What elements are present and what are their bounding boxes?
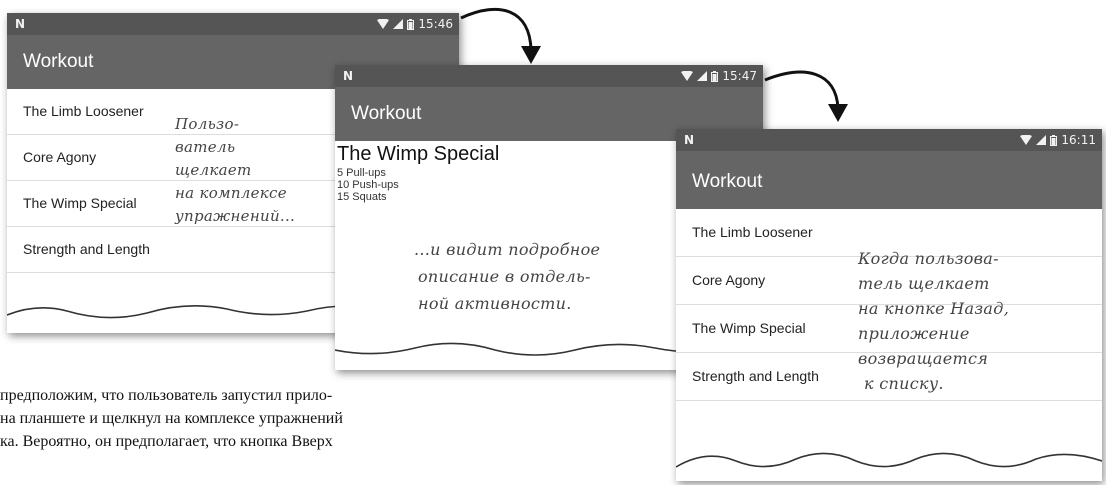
workout-name: The Wimp Special [337,143,500,165]
body-text: предположим, что пользователь запустил п… [0,387,343,450]
wifi-icon [1020,135,1033,145]
illustration: N 15:46 Workout The Limb Loosener Core A… [0,0,1106,485]
status-bar: N 15:47 [335,65,763,87]
toolbar-title: Workout [692,171,763,192]
exercise-line: 15 Squats [337,191,387,203]
status-bar: N 16:11 [676,129,1102,151]
battery-icon [407,18,415,30]
wifi-icon [681,71,694,81]
exercise-line: 5 Pull-ups [337,167,386,179]
flow-arrow-icon [460,8,533,51]
annotation-screen-1: Пользо- ватель щелкает на комплексе упра… [175,115,296,225]
signal-icon [393,19,404,29]
battery-icon [711,70,719,82]
annotation-screen-3: Когда пользова- тель щелкает на кнопке Н… [858,249,1010,393]
workout-detail: The Wimp Special 5 Pull-ups 10 Push-ups … [337,141,499,203]
battery-icon [1050,134,1058,146]
status-bar: N 15:46 [7,13,459,35]
notification-icon: N [15,17,26,31]
wifi-icon [377,19,390,29]
notification-icon: N [684,133,695,147]
toolbar-title: Workout [23,51,94,72]
flow-arrow-icon [521,46,541,64]
status-time: 15:47 [722,69,757,83]
status-time: 16:11 [1061,133,1096,147]
flow-arrow-icon [764,70,840,109]
annotation-screen-2: ...и видит подробное описание в отдель- … [414,240,601,313]
torn-edge [676,452,1102,481]
exercise-line: 10 Push-ups [337,179,399,191]
signal-icon [1036,135,1047,145]
app-toolbar: Workout [676,151,1102,209]
notification-icon: N [343,69,354,83]
toolbar-title: Workout [351,103,422,124]
flow-arrow-icon [828,104,848,122]
signal-icon [697,71,708,81]
status-time: 15:46 [418,17,453,31]
